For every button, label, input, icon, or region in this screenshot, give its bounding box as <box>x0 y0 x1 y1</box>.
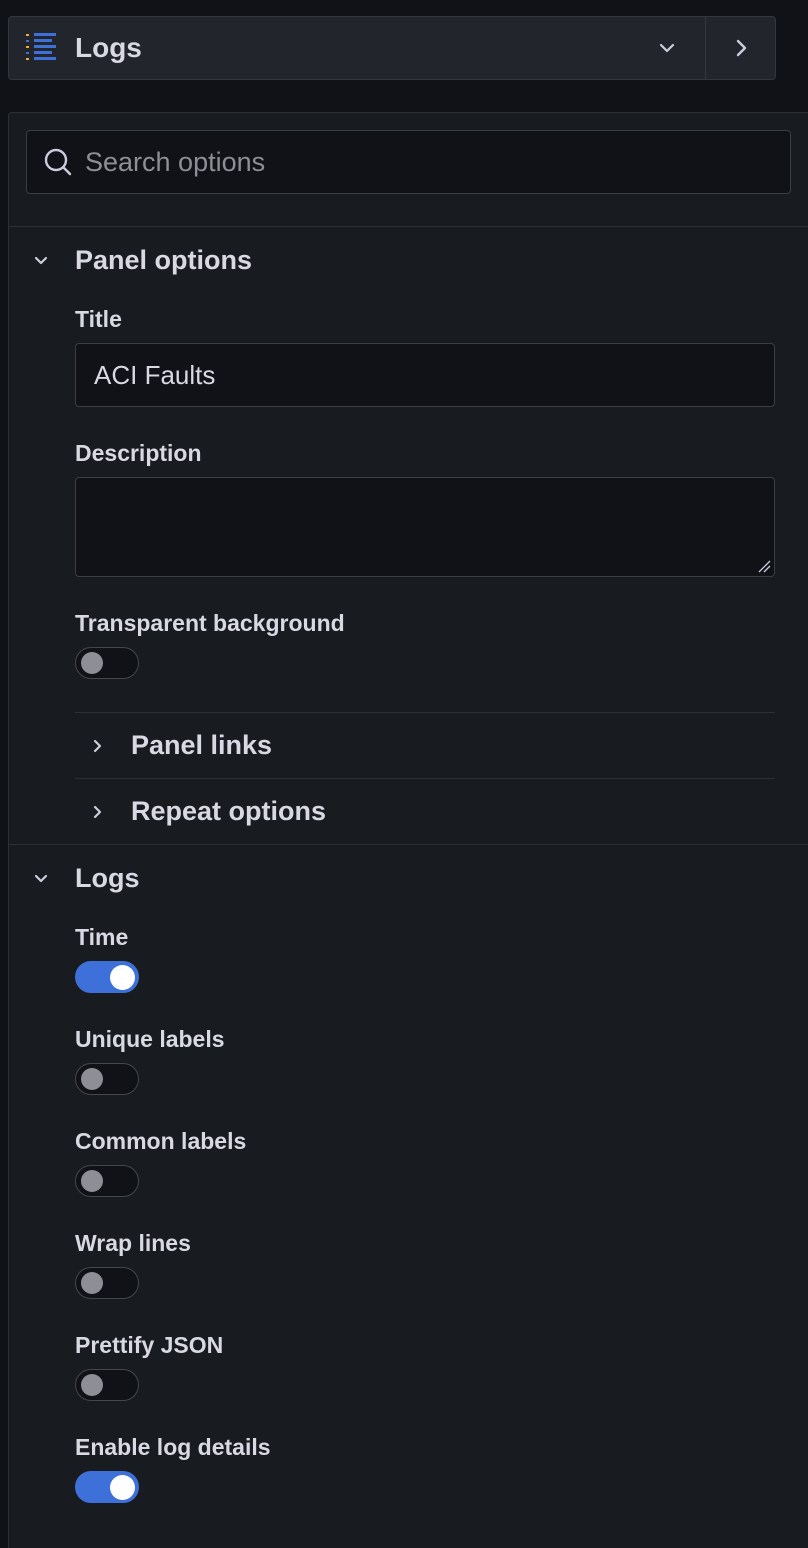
panel-editor-options-pane: Logs Panel options <box>0 0 808 1548</box>
section-header-panel-links[interactable]: Panel links <box>75 712 775 778</box>
chevron-down-icon[interactable] <box>649 30 685 66</box>
toggle-field-wrap-lines: Wrap lines <box>75 1230 774 1299</box>
switch-knob <box>81 1170 103 1192</box>
panel-sub-sections: Panel links Repeat options <box>75 712 775 844</box>
wrap-lines-switch[interactable] <box>75 1267 139 1299</box>
transparent-background-label: Transparent background <box>75 610 345 636</box>
sub-section-title: Repeat options <box>131 796 327 826</box>
title-label: Title <box>75 306 122 332</box>
chevron-down-icon <box>34 874 48 883</box>
section-header-repeat-options[interactable]: Repeat options <box>75 778 775 844</box>
visualization-picker-button[interactable]: Logs <box>9 17 705 79</box>
enable-log-details-label: Enable log details <box>75 1434 271 1460</box>
chevron-right-icon <box>93 805 102 818</box>
search-icon <box>44 148 72 176</box>
enable-log-details-switch[interactable] <box>75 1471 139 1503</box>
unique-labels-switch[interactable] <box>75 1063 139 1095</box>
sub-section-title: Panel links <box>131 730 273 760</box>
switch-knob <box>81 1272 103 1294</box>
prettify-json-switch[interactable] <box>75 1369 139 1401</box>
toggle-field-common-labels: Common labels <box>75 1128 774 1197</box>
section-body-logs: Time Unique labels Common labels Wrap li… <box>9 924 808 1503</box>
common-labels-switch[interactable] <box>75 1165 139 1197</box>
toggle-field-time: Time <box>75 924 774 993</box>
section-title: Panel options <box>75 244 253 275</box>
unique-labels-label: Unique labels <box>75 1026 225 1052</box>
options-panel: Panel options Title ACI Faults Descripti… <box>8 112 808 1548</box>
description-label: Description <box>75 440 202 466</box>
toggle-options-pane-button[interactable] <box>705 17 775 79</box>
toggle-field-prettify-json: Prettify JSON <box>75 1332 774 1401</box>
search-input[interactable] <box>85 146 790 178</box>
search-box[interactable] <box>26 130 791 194</box>
visualization-picker: Logs <box>8 16 776 80</box>
switch-knob <box>110 1475 135 1500</box>
chevron-down-icon <box>34 256 48 265</box>
wrap-lines-label: Wrap lines <box>75 1230 191 1256</box>
switch-knob <box>81 1374 103 1396</box>
transparent-background-switch[interactable] <box>75 647 139 679</box>
chevron-right-icon <box>93 739 102 752</box>
toggle-field-unique-labels: Unique labels <box>75 1026 774 1095</box>
section-logs: Logs Time Unique labels Common labels Wr… <box>9 844 808 1503</box>
visualization-title: Logs <box>75 32 142 63</box>
switch-knob <box>81 1068 103 1090</box>
logs-list-icon <box>26 33 56 60</box>
section-header-panel-options[interactable]: Panel options <box>9 227 808 293</box>
section-panel-options: Panel options Title ACI Faults Descripti… <box>9 227 808 844</box>
switch-knob <box>81 652 103 674</box>
section-title: Logs <box>75 862 140 893</box>
toggle-field-enable-log-details: Enable log details <box>75 1434 774 1503</box>
description-textarea[interactable] <box>75 477 775 577</box>
search-options-container <box>9 113 808 227</box>
title-input[interactable]: ACI Faults <box>75 343 775 407</box>
switch-knob <box>110 965 135 990</box>
resize-grip-icon[interactable] <box>757 559 771 573</box>
chevron-right-icon <box>736 39 746 57</box>
time-switch[interactable] <box>75 961 139 993</box>
prettify-json-label: Prettify JSON <box>75 1332 224 1358</box>
time-label: Time <box>75 924 129 950</box>
section-header-logs[interactable]: Logs <box>9 845 808 911</box>
common-labels-label: Common labels <box>75 1128 247 1154</box>
section-body-panel-options: Title ACI Faults Description Transparent… <box>9 306 808 844</box>
